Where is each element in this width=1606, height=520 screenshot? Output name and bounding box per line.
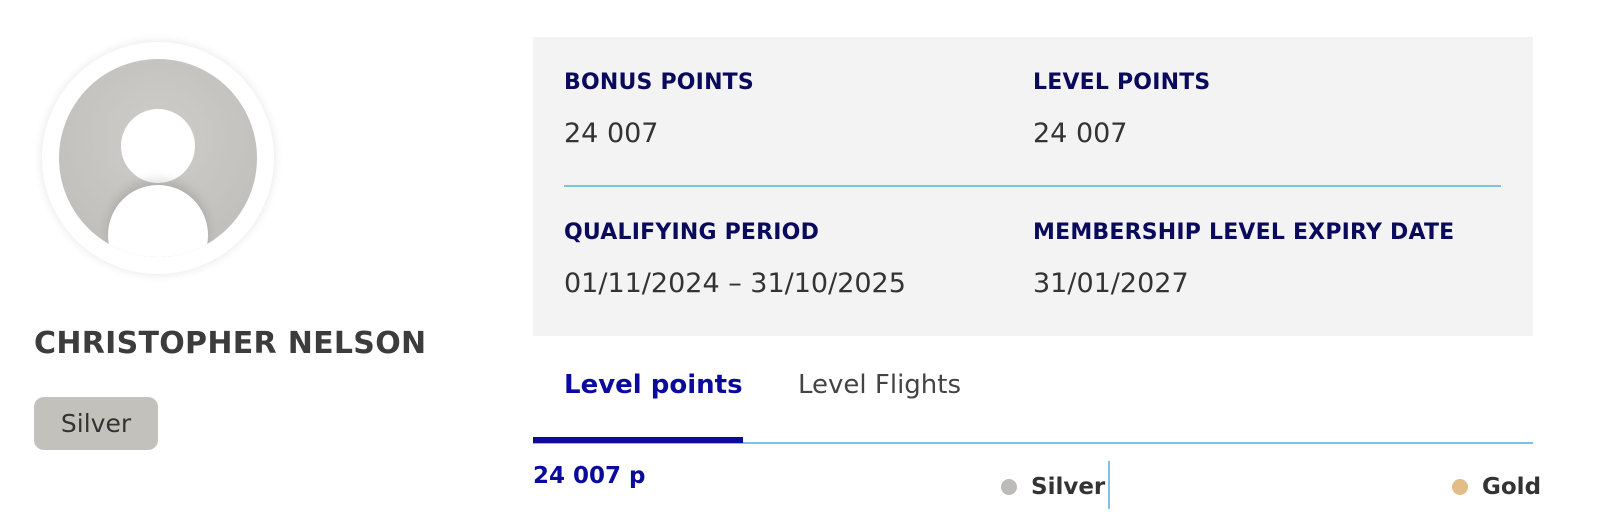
current-points: 24 007 p bbox=[533, 463, 646, 489]
level-marker-label: Silver bbox=[1031, 474, 1106, 500]
points-tabs: Level points Level Flights bbox=[533, 350, 1533, 444]
bonus-points-label: BONUS POINTS bbox=[564, 70, 754, 95]
avatar bbox=[42, 42, 274, 274]
tier-badge: Silver bbox=[34, 397, 158, 450]
membership-info-panel: BONUS POINTS 24 007 LEVEL POINTS 24 007 … bbox=[533, 37, 1533, 336]
qualifying-period-label: QUALIFYING PERIOD bbox=[564, 220, 820, 245]
level-marker-silver: Silver bbox=[1001, 474, 1105, 500]
qualifying-period-value: 01/11/2024 – 31/10/2025 bbox=[564, 268, 906, 299]
gold-dot-icon bbox=[1452, 479, 1468, 495]
bonus-points-value: 24 007 bbox=[564, 118, 659, 149]
active-tab-indicator bbox=[533, 437, 743, 443]
level-points-label: LEVEL POINTS bbox=[1033, 70, 1211, 95]
tab-level-flights[interactable]: Level Flights bbox=[798, 370, 961, 400]
expiry-date-label: MEMBERSHIP LEVEL EXPIRY DATE bbox=[1033, 220, 1455, 245]
expiry-date-value: 31/01/2027 bbox=[1033, 268, 1189, 299]
avatar-placeholder-icon bbox=[59, 59, 257, 257]
silver-threshold-line bbox=[1108, 461, 1110, 509]
level-marker-label: Gold bbox=[1482, 474, 1542, 500]
member-name: CHRISTOPHER NELSON bbox=[34, 326, 427, 361]
silver-dot-icon bbox=[1001, 479, 1017, 495]
level-marker-gold: Gold bbox=[1452, 474, 1541, 500]
tab-level-points[interactable]: Level points bbox=[564, 370, 743, 400]
level-points-value: 24 007 bbox=[1033, 118, 1128, 149]
info-divider bbox=[564, 185, 1501, 187]
